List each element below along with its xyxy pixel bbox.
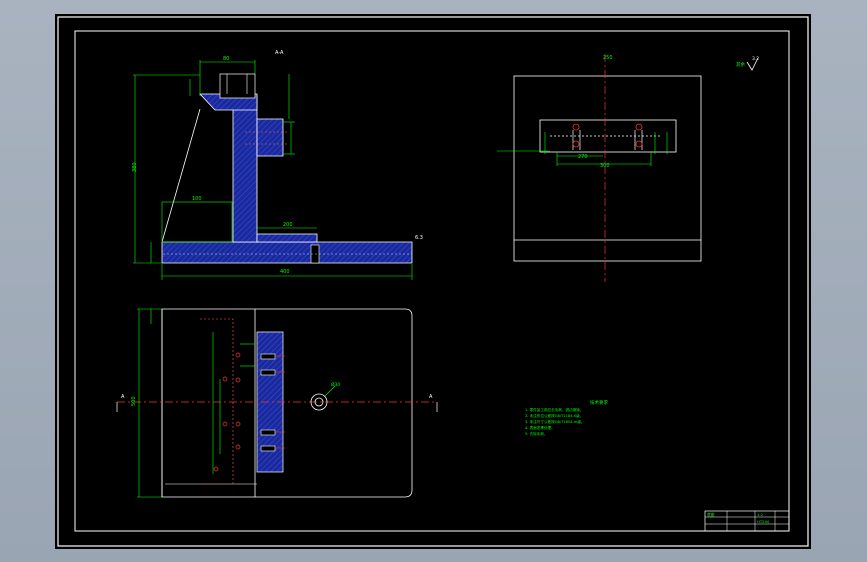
dim-web: 200 xyxy=(283,222,293,228)
dim-side-bottom: 300 xyxy=(600,163,610,169)
note-item: 4. 表面发黑处理。 xyxy=(525,425,555,430)
note-item: 1. 零件加工前应去毛刺、锐边倒钝。 xyxy=(525,407,583,412)
plan-holes xyxy=(213,352,241,472)
dim-mid-width: 100 xyxy=(192,196,202,202)
base-plate xyxy=(161,241,413,264)
drawing-sheet: 380 400 80 100 200 A-A 6.3 250 270 300 其… xyxy=(55,14,811,549)
top-bore xyxy=(219,73,256,99)
svg-text:3.2: 3.2 xyxy=(752,56,759,62)
note-item: 2. 未注形位公差按GB/T1184-K级。 xyxy=(525,413,583,418)
inner-border xyxy=(74,30,790,532)
cad-drawing: 380 400 80 100 200 A-A 6.3 250 270 300 其… xyxy=(57,16,809,547)
dim-plan-width: 500 xyxy=(131,396,137,406)
title-material: HT200 xyxy=(757,519,770,524)
section-mark-right: A xyxy=(429,394,433,400)
plan-outline xyxy=(161,308,413,498)
fillet-rib xyxy=(256,233,318,243)
outer-border xyxy=(57,16,809,547)
dim-plan-hole: Ø30 xyxy=(331,381,340,388)
vertical-web xyxy=(232,95,258,243)
roughness-symbol: 其余 3.2 xyxy=(736,56,759,71)
gusset-edge xyxy=(161,108,201,243)
technical-notes: 技术要求 1. 零件加工前应去毛刺、锐边倒钝。 2. 未注形位公差按GB/T11… xyxy=(525,399,608,436)
title-block: 底座 1:2 HT200 xyxy=(704,510,790,532)
svg-text:其余: 其余 xyxy=(736,61,745,68)
section-view: 380 400 80 100 200 A-A 6.3 xyxy=(132,50,423,280)
side-boss xyxy=(256,118,284,157)
dim-side-hole: 270 xyxy=(578,154,588,160)
notes-heading: 技术要求 xyxy=(590,399,608,406)
roughness-mark-section: 6.3 xyxy=(415,235,423,241)
plan-view: Ø30 500 A A xyxy=(116,308,438,498)
section-label: A-A xyxy=(275,50,284,56)
section-mark-left: A xyxy=(121,394,125,400)
dim-side-top: 250 xyxy=(603,55,613,61)
title-name: 底座 xyxy=(707,512,715,517)
side-view: 250 270 300 其余 3.2 xyxy=(497,54,759,282)
dim-base-width: 400 xyxy=(280,269,290,275)
dim-top-width: 80 xyxy=(223,56,229,62)
hidden-outline xyxy=(200,318,234,485)
note-item: 3. 未注尺寸公差按GB/T1804-m级。 xyxy=(525,419,585,424)
note-item: 5. 去除毛刺。 xyxy=(525,431,548,436)
dim-height: 380 xyxy=(132,162,138,172)
title-scale: 1:2 xyxy=(757,512,764,517)
